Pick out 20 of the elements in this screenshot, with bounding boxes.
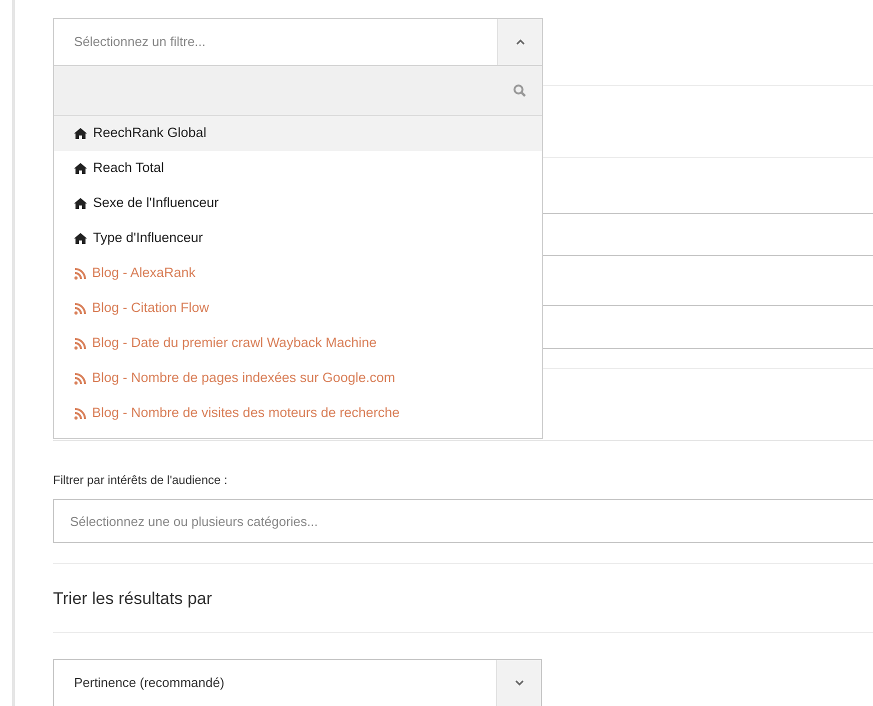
rss-icon — [74, 268, 86, 280]
home-icon — [74, 128, 87, 139]
rss-icon — [74, 302, 86, 314]
home-icon — [74, 163, 87, 174]
search-icon — [513, 84, 526, 97]
sort-value: Pertinence (recommandé) — [73, 674, 226, 692]
home-icon — [74, 198, 87, 209]
chevron-down-icon — [514, 680, 524, 686]
rss-icon — [74, 408, 86, 420]
filter-option[interactable]: ReechRank Global — [54, 116, 542, 151]
sort-heading: Trier les résultats par — [53, 588, 214, 610]
filter-placeholder: Sélectionnez un filtre... — [73, 33, 207, 52]
rss-icon — [74, 338, 86, 350]
rss-icon — [74, 372, 86, 384]
home-icon — [74, 233, 87, 244]
search-field[interactable] — [54, 66, 542, 116]
chevron-up-icon — [516, 39, 524, 45]
audience-filter-label: Filtrer par intérêts de l'audience : — [53, 472, 228, 489]
category-field[interactable]: Sélectionnez une ou plusieurs catégories... — [53, 499, 873, 543]
sort-select[interactable]: Pertinence (recommandé) — [53, 658, 542, 706]
